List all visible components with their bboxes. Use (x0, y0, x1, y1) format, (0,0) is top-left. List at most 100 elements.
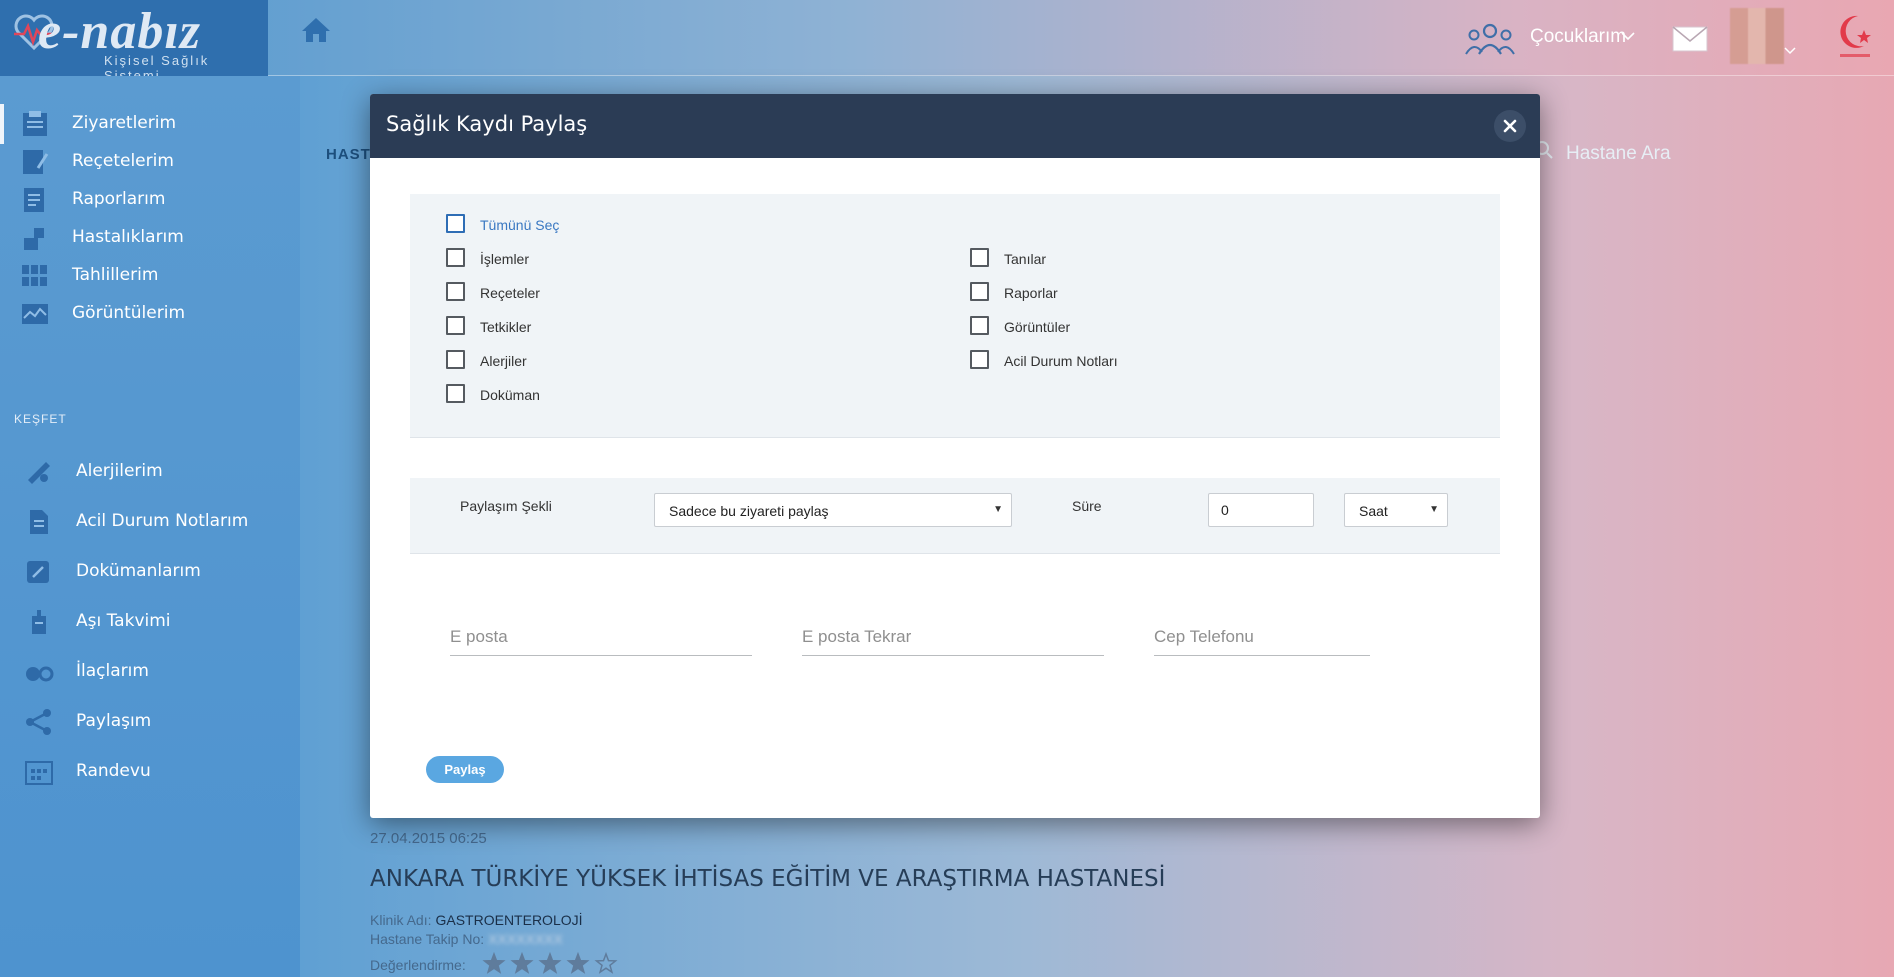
checkbox[interactable] (446, 282, 465, 301)
share-options-panel: Paylaşım Şekli Sadece bu ziyareti paylaş… (410, 478, 1500, 554)
sidebar-item-label: Raporlarım (72, 189, 166, 209)
star-empty-icon[interactable] (594, 952, 618, 974)
checkbox[interactable] (970, 248, 989, 267)
checkbox[interactable] (446, 316, 465, 335)
rating-stars[interactable] (482, 952, 622, 976)
explore-heading: KEŞFET (14, 412, 67, 426)
sidebar-item-reports[interactable]: Raporlarım (0, 180, 300, 220)
rating-label: Değerlendirme: (370, 957, 466, 973)
checkbox[interactable] (446, 350, 465, 369)
sidebar-item-medications[interactable]: İlaçlarım (0, 652, 300, 692)
sidebar-item-label: Aşı Takvimi (76, 611, 171, 631)
share-type-value: Sadece bu ziyareti paylaş (669, 503, 829, 519)
vaccine-icon (32, 610, 46, 634)
checkbox-label: Tümünü Seç (480, 217, 560, 233)
sidebar-item-appointment[interactable]: Randevu (0, 752, 300, 792)
sidebar-item-label: Reçetelerim (72, 151, 174, 171)
tracking-value: XXXXXXXX (488, 931, 563, 947)
children-icon[interactable] (1464, 22, 1516, 56)
visit-date: 27.04.2015 06:25 (370, 830, 487, 847)
modal-title: Sağlık Kaydı Paylaş (386, 112, 588, 136)
sidebar-item-diseases[interactable]: Hastalıklarım (0, 218, 300, 258)
sidebar-item-label: Hastalıklarım (72, 227, 184, 247)
clinic-row: Klinik Adı: GASTROENTEROLOJİ (370, 912, 583, 928)
sidebar-item-label: Tahlillerim (72, 265, 159, 285)
caret-down-icon: ▼ (993, 504, 1003, 515)
email-repeat-field[interactable] (802, 618, 1104, 656)
chevron-down-icon[interactable] (1620, 30, 1636, 42)
sidebar-item-label: Randevu (76, 761, 151, 781)
sidebar-item-label: Paylaşım (76, 711, 152, 731)
home-icon[interactable] (300, 16, 332, 44)
email-field[interactable] (450, 618, 752, 656)
star-filled-icon[interactable] (566, 952, 590, 974)
avatar-chevron-down-icon[interactable] (1784, 46, 1796, 56)
logo[interactable]: e-nabız Kişisel Sağlık Sistemi (0, 0, 268, 83)
report-icon (24, 188, 44, 212)
children-menu-label[interactable]: Çocuklarım (1530, 26, 1626, 48)
checkbox[interactable] (446, 214, 465, 233)
share-type-label: Paylaşım Şekli (460, 498, 552, 514)
sidebar-item-sharing[interactable]: Paylaşım (0, 702, 300, 742)
record-types-panel: Tümünü Seç İşlemler Reçeteler Tetkikler … (410, 194, 1500, 438)
close-button[interactable] (1494, 110, 1526, 142)
sidebar-item-documents[interactable]: Dokümanlarım (0, 552, 300, 592)
pills-icon (26, 666, 54, 682)
checkbox-label: Tanılar (1004, 251, 1047, 267)
duration-unit-value: Saat (1359, 503, 1388, 519)
checkbox[interactable] (446, 384, 465, 403)
checkbox-label: Görüntüler (1004, 319, 1071, 335)
sidebar-item-prescriptions[interactable]: Reçetelerim (0, 142, 300, 182)
sidebar-item-visits[interactable]: Ziyaretlerim (0, 104, 300, 144)
sidebar-item-vaccine-calendar[interactable]: Aşı Takvimi (0, 602, 300, 642)
prescription-icon (23, 150, 49, 174)
rating-row: Değerlendirme: (370, 957, 466, 973)
phone-field[interactable] (1154, 618, 1370, 656)
checkbox-label: Tetkikler (480, 319, 532, 335)
duration-input[interactable] (1208, 493, 1314, 527)
checkbox-label: Reçeteler (480, 285, 540, 301)
sidebar-item-label: İlaçlarım (76, 661, 149, 681)
share-type-select[interactable]: Sadece bu ziyareti paylaş ▼ (654, 493, 1012, 527)
notes-icon (30, 510, 48, 534)
sidebar-item-allergies[interactable]: Alerjilerim (0, 452, 300, 492)
share-icon (26, 709, 51, 735)
star-filled-icon[interactable] (482, 952, 506, 974)
hospital-search-label[interactable]: Hastane Ara (1566, 143, 1671, 165)
duration-label: Süre (1072, 498, 1102, 514)
share-health-record-modal: Sağlık Kaydı Paylaş Tümünü Seç İşlemler … (370, 94, 1540, 818)
ministry-logo-icon (1840, 15, 1871, 57)
star-filled-icon[interactable] (510, 952, 534, 974)
checkbox[interactable] (970, 316, 989, 335)
checkbox-label: İşlemler (480, 251, 530, 267)
sidebar-item-emergency-notes[interactable]: Acil Durum Notlarım (0, 502, 300, 542)
sidebar-item-label: Acil Durum Notlarım (76, 511, 249, 531)
sidebar-item-images[interactable]: Görüntülerim (0, 294, 300, 334)
checkbox-label: Doküman (480, 387, 540, 403)
sidebar-item-label: Dokümanlarım (76, 561, 201, 581)
image-icon (22, 304, 48, 324)
hospital-name: ANKARA TÜRKİYE YÜKSEK İHTİSAS EĞİTİM VE … (370, 866, 1166, 892)
tracking-row: Hastane Takip No: XXXXXXXX (370, 931, 563, 947)
mail-icon[interactable] (1672, 26, 1708, 52)
modal-header: Sağlık Kaydı Paylaş (370, 94, 1540, 158)
checkbox[interactable] (970, 282, 989, 301)
checkbox[interactable] (446, 248, 465, 267)
star-filled-icon[interactable] (538, 952, 562, 974)
sidebar-item-label: Alerjilerim (76, 461, 163, 481)
calendar-icon (25, 761, 53, 785)
document-icon (27, 561, 49, 583)
caret-down-icon: ▼ (1429, 504, 1439, 515)
sidebar-item-tests[interactable]: Tahlillerim (0, 256, 300, 296)
sidebar-item-label: Ziyaretlerim (72, 113, 177, 133)
grid-icon (22, 265, 47, 286)
active-indicator (0, 104, 4, 144)
puzzle-icon (24, 228, 44, 250)
tracking-label: Hastane Takip No: (370, 931, 485, 947)
share-button[interactable]: Paylaş (426, 756, 504, 783)
clinic-value: GASTROENTEROLOJİ (435, 912, 583, 928)
duration-unit-select[interactable]: Saat ▼ (1344, 493, 1448, 527)
checkbox-label: Acil Durum Notları (1004, 353, 1118, 369)
avatar[interactable] (1730, 8, 1784, 64)
checkbox[interactable] (970, 350, 989, 369)
